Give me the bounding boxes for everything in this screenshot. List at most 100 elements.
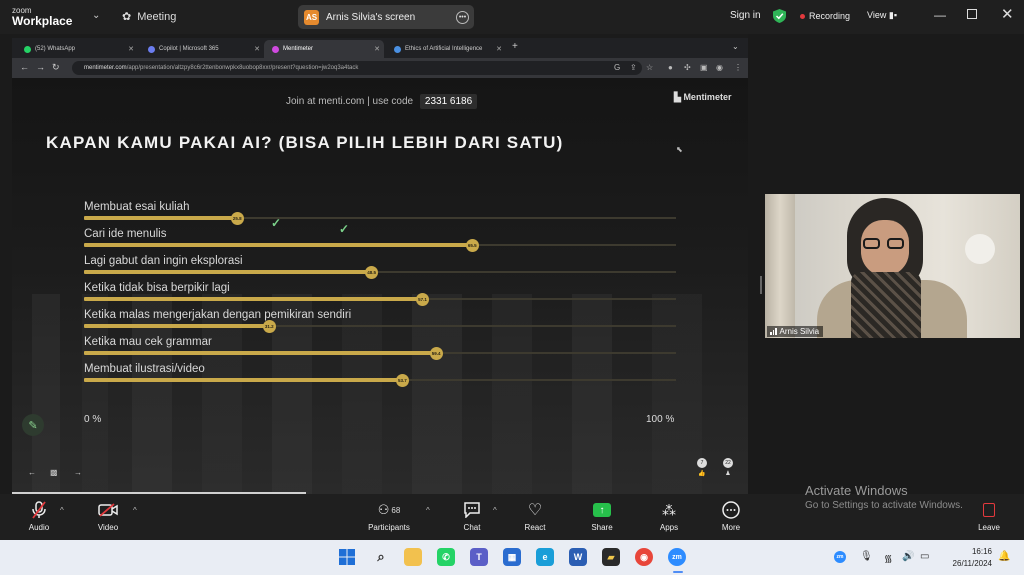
extension-icon[interactable]: ● <box>668 63 673 72</box>
microphone-icon[interactable]: 🎙 <box>860 551 873 562</box>
more-label: More <box>721 523 741 532</box>
option-bar <box>84 378 402 382</box>
tab-strip: (52) WhatsApp ✕ Copilot | Microsoft 365 … <box>12 38 748 58</box>
video-button[interactable]: Video <box>95 500 121 532</box>
screen-share-label: Arnis Silvia's screen <box>326 11 416 23</box>
zoom-app-icon[interactable]: zm <box>668 548 686 566</box>
activate-subtitle: Go to Settings to activate Windows. <box>805 500 963 511</box>
reload-icon[interactable]: ↻ <box>52 62 60 73</box>
zoom-tray-icon[interactable]: zm <box>834 551 846 563</box>
tab-close-icon[interactable]: ✕ <box>254 45 260 53</box>
option-bar <box>84 243 472 247</box>
tab-mentimeter[interactable]: Mentimeter ✕ <box>264 40 384 58</box>
more-button[interactable]: More <box>717 500 745 532</box>
question-title: KAPAN KAMU PAKAI AI? (BISA PILIH LEBIH D… <box>46 133 564 152</box>
new-tab-icon[interactable]: + <box>512 41 518 52</box>
option-row: Membuat ilustrasi/video 53.7 <box>84 363 676 387</box>
mentimeter-logo-icon: ▙ <box>674 92 681 102</box>
forward-icon[interactable]: → <box>36 62 45 72</box>
tab-menu-icon[interactable]: ⌄ <box>732 42 739 51</box>
copilot-icon <box>148 45 155 53</box>
windows-start-icon[interactable] <box>338 548 356 566</box>
participants-button[interactable]: ⚇ 68 Participants <box>364 500 414 532</box>
view-button[interactable]: View ▮▪ <box>867 10 897 21</box>
sign-in-link[interactable]: Sign in <box>730 10 761 21</box>
pane-resize-handle[interactable] <box>760 276 762 294</box>
apps-button[interactable]: ⁂ Apps <box>655 500 683 533</box>
share-label: Share <box>591 523 613 532</box>
tab-close-icon[interactable]: ✕ <box>374 45 380 53</box>
tab-copilot[interactable]: Copilot | Microsoft 365 ✕ <box>140 40 264 58</box>
audio-options-caret-icon[interactable]: ^ <box>60 506 64 515</box>
url-field[interactable]: mentimeter.com/app/presentation/altzpy8c… <box>72 61 642 75</box>
tab-ethics-ai[interactable]: Ethics of Artificial Intelligence ✕ <box>386 40 506 58</box>
whatsapp-icon[interactable]: ✆ <box>437 548 455 566</box>
audio-button[interactable]: Audio <box>26 500 52 532</box>
word-icon[interactable]: W <box>569 548 587 566</box>
participants-label: Participants <box>368 523 410 532</box>
tab-close-icon[interactable]: ✕ <box>128 45 134 53</box>
activate-windows-watermark: Activate Windows Go to Settings to activ… <box>805 483 963 511</box>
reactions-count: 7 <box>697 458 707 468</box>
leave-button[interactable]: Leave <box>975 500 1003 532</box>
google-icon[interactable]: G <box>614 63 620 72</box>
screen-share-indicator[interactable]: AS Arnis Silvia's screen ••• <box>298 5 474 29</box>
chrome-icon[interactable]: ◉ <box>635 548 653 566</box>
battery-icon[interactable]: ▭ <box>920 551 929 562</box>
video-options-caret-icon[interactable]: ^ <box>133 506 137 515</box>
screen-share-avatar: AS <box>304 9 319 25</box>
meeting-menu[interactable]: ✿ Meeting <box>122 10 176 24</box>
wifi-icon[interactable]: ᯾ <box>884 551 893 565</box>
browser-menu-icon[interactable]: ⋮ <box>734 63 742 72</box>
chat-icon <box>458 500 486 520</box>
participants-options-caret-icon[interactable]: ^ <box>426 506 430 515</box>
participants-count: 22 <box>723 458 733 468</box>
store-icon[interactable]: ▦ <box>503 548 521 566</box>
puzzle-icon[interactable]: ✣ <box>684 63 691 72</box>
back-icon[interactable]: ← <box>20 62 29 72</box>
more-options-icon[interactable]: ••• <box>456 10 469 24</box>
file-explorer-icon[interactable] <box>404 548 422 566</box>
chevron-down-icon[interactable]: ⌄ <box>92 10 100 21</box>
minimize-icon[interactable]: — <box>934 8 946 22</box>
next-slide-icon[interactable]: → <box>74 468 82 477</box>
volume-icon[interactable]: 🔊 <box>902 551 914 562</box>
option-bar <box>84 297 423 301</box>
bookmark-icon[interactable]: ☆ <box>646 63 653 72</box>
participants-count: 68 <box>391 505 401 515</box>
teams-icon[interactable]: T <box>470 548 488 566</box>
chat-options-caret-icon[interactable]: ^ <box>493 506 497 515</box>
option-label: Ketika mau cek grammar <box>84 336 212 348</box>
audio-label: Audio <box>28 523 50 532</box>
grid-icon[interactable]: ▩ <box>50 468 58 477</box>
video-label: Video <box>97 523 119 532</box>
globe-icon <box>394 45 401 53</box>
leave-icon <box>983 503 995 517</box>
previous-slide-icon[interactable]: ← <box>28 468 36 477</box>
join-code: 2331 6186 <box>419 94 478 109</box>
share-button[interactable]: ↑ Share <box>588 500 616 532</box>
option-label: Ketika tidak bisa berpikir lagi <box>84 282 230 294</box>
profile-icon[interactable]: ◉ <box>716 63 723 72</box>
option-value-label: 65.5 <box>465 239 479 252</box>
view-icon: ▮▪ <box>888 10 898 20</box>
search-icon[interactable]: ⌕ <box>372 548 390 566</box>
close-icon[interactable]: ✕ <box>1001 5 1014 23</box>
sidepanel-icon[interactable]: ▣ <box>700 63 708 72</box>
zoom-logo: zoom Workplace <box>12 5 72 27</box>
shield-icon[interactable] <box>773 9 786 23</box>
react-button[interactable]: ♡ React <box>521 500 549 532</box>
chat-button[interactable]: Chat <box>458 500 486 532</box>
share-page-icon[interactable]: ⇪ <box>630 63 637 72</box>
tab-close-icon[interactable]: ✕ <box>496 45 502 53</box>
sticky-notes-icon[interactable]: ▰ <box>602 548 620 566</box>
tab-whatsapp[interactable]: (52) WhatsApp ✕ <box>16 40 138 58</box>
system-clock[interactable]: 16:16 26/11/2024 <box>940 546 992 570</box>
participant-video-tile[interactable]: Arnis Silvia <box>765 194 1020 338</box>
edit-icon[interactable]: ✎ <box>22 414 44 436</box>
recording-indicator[interactable]: Recording <box>800 11 850 21</box>
notification-bell-icon[interactable]: 🔔 <box>998 551 1010 562</box>
maximize-icon[interactable] <box>967 9 977 19</box>
edge-icon[interactable]: e <box>536 548 554 566</box>
thumbs-up-icon: 👍 <box>698 471 706 477</box>
